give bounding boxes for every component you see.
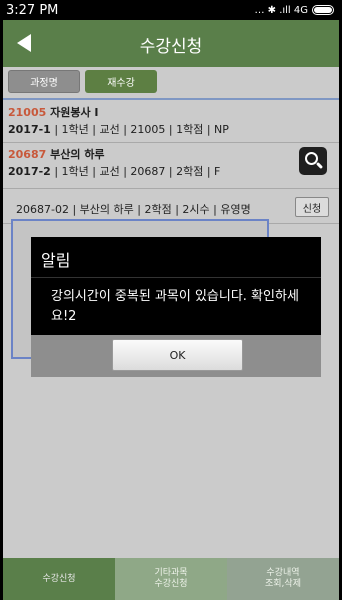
dialog-footer: OK [31,335,321,377]
app-screen: 수강신청 과정명 재수강 21005 자원봉사 I 2017-1 | 1학년 |… [3,20,339,600]
ok-button[interactable]: OK [112,339,243,371]
nav-other-registration[interactable]: 기타과목 수강신청 [115,558,227,600]
nav-course-registration[interactable]: 수강신청 [3,558,115,600]
nav-registration-history[interactable]: 수강내역 조회,삭제 [227,558,339,600]
status-time: 3:27 PM [6,2,59,18]
bottom-nav: 수강신청 기타과목 수강신청 수강내역 조회,삭제 [3,558,339,600]
battery-icon [312,5,334,15]
signal-indicators: … ✱ .ıll 4G [254,4,308,16]
status-bar: 3:27 PM … ✱ .ıll 4G [0,0,342,20]
alert-dialog: 알림 강의시간이 중복된 과목이 있습니다. 확인하세요!2 OK [31,237,321,377]
dialog-message: 강의시간이 중복된 과목이 있습니다. 확인하세요!2 [51,289,299,324]
status-indicators: … ✱ .ıll 4G [254,5,334,16]
dialog-divider [31,277,321,278]
dialog-body: 알림 강의시간이 중복된 과목이 있습니다. 확인하세요!2 [31,237,321,335]
dialog-title: 알림 [41,251,71,270]
